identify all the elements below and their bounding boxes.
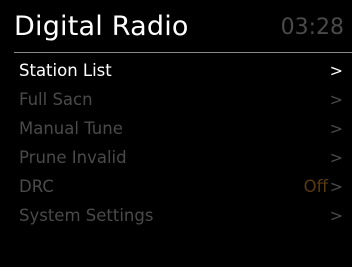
menu-item-label: Station List — [19, 61, 112, 80]
chevron-right-icon: > — [329, 177, 343, 196]
chevron-right-icon: > — [329, 61, 343, 80]
menu-item-system-settings[interactable]: System Settings > — [0, 202, 352, 231]
menu-item-full-scan[interactable]: Full Sacn > — [0, 86, 352, 115]
page-title: Digital Radio — [14, 11, 189, 42]
menu-item-prune-invalid[interactable]: Prune Invalid > — [0, 144, 352, 173]
drc-value: Off — [303, 177, 328, 196]
menu-item-label: System Settings — [19, 206, 154, 225]
menu-item-label: Manual Tune — [19, 119, 123, 138]
clock: 03:28 — [280, 15, 344, 40]
menu-item-label: DRC — [19, 177, 54, 196]
menu-item-drc[interactable]: DRC Off > — [0, 173, 352, 202]
header: Digital Radio 03:28 — [0, 0, 352, 52]
chevron-right-icon: > — [329, 148, 343, 167]
chevron-right-icon: > — [329, 90, 343, 109]
chevron-right-icon: > — [329, 206, 343, 225]
menu-item-station-list[interactable]: Station List > — [0, 57, 352, 86]
menu-item-manual-tune[interactable]: Manual Tune > — [0, 115, 352, 144]
radio-screen: Digital Radio 03:28 Station List > Full … — [0, 0, 352, 267]
chevron-right-icon: > — [329, 119, 343, 138]
header-divider — [14, 52, 352, 53]
menu-item-label: Prune Invalid — [19, 148, 127, 167]
menu-item-label: Full Sacn — [19, 90, 93, 109]
main-menu: Station List > Full Sacn > Manual Tune >… — [0, 57, 352, 231]
